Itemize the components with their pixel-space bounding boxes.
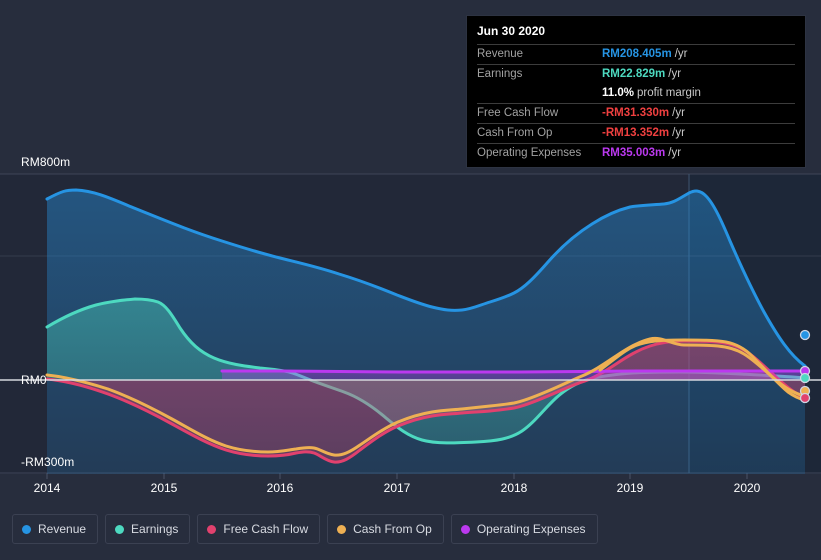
legend-dot-revenue-icon [22,524,31,534]
legend-item-cash-from-op[interactable]: Cash From Op [327,514,444,544]
tooltip-key-earnings: Earnings [477,68,523,80]
tooltip-row-operating-expenses: Operating Expenses RM35.003m /yr [477,143,795,163]
x-axis-label-2018: 2018 [500,481,528,495]
tooltip-unit-earnings: /yr [668,68,682,80]
legend-label-operating-expenses: Operating Expenses [476,522,586,536]
tooltip-unit-cash-from-op: /yr [672,127,685,139]
y-axis-label-bottom: -RM300m [21,455,75,469]
x-axis-label-2015: 2015 [150,481,178,495]
legend-label-cash-from-op: Cash From Op [353,522,432,536]
legend-item-operating-expenses[interactable]: Operating Expenses [450,514,598,544]
tooltip-date: Jun 30 2020 [477,24,546,38]
legend-label-earnings: Earnings [131,522,179,536]
tooltip-unit-revenue: /yr [674,48,688,60]
x-axis-label-2020: 2020 [733,481,761,495]
endpoint-free-cash-flow [799,392,811,404]
y-axis-label-zero: RM0 [21,373,47,387]
tooltip-row-earnings: Earnings RM22.829m /yr [477,64,795,84]
legend-dot-free-cash-flow-icon [207,524,217,534]
chart-legend: Revenue Earnings Free Cash Flow Cash Fro… [12,514,598,544]
tooltip-key-revenue: Revenue [477,48,524,60]
tooltip-key-cash-from-op: Cash From Op [477,127,553,139]
endpoint-revenue [799,329,811,341]
tooltip-value-free-cash-flow: -RM31.330m [602,107,670,119]
tooltip-unit-operating-expenses: /yr [668,147,682,159]
tooltip-value-revenue: RM208.405m [602,48,672,60]
legend-dot-operating-expenses-icon [460,524,470,534]
y-axis-label-top: RM800m [21,155,71,169]
tooltip-key-operating-expenses: Operating Expenses [477,147,582,159]
tooltip-value-earnings: RM22.829m [602,68,666,80]
endpoint-earnings [799,372,811,384]
legend-label-revenue: Revenue [38,522,87,536]
chart-tooltip: Jun 30 2020 Revenue RM208.405m /yr Earni… [466,15,806,168]
legend-item-free-cash-flow[interactable]: Free Cash Flow [197,514,321,544]
tooltip-value-operating-expenses: RM35.003m [602,147,666,159]
legend-label-free-cash-flow: Free Cash Flow [223,522,309,536]
x-axis-label-2014: 2014 [33,481,61,495]
tooltip-unit-profit-margin: profit margin [636,87,701,99]
tooltip-row-revenue: Revenue RM208.405m /yr [477,44,795,64]
tooltip-row-free-cash-flow: Free Cash Flow -RM31.330m /yr [477,103,795,123]
legend-dot-earnings-icon [115,524,125,534]
legend-dot-cash-from-op-icon [337,524,347,534]
tooltip-key-free-cash-flow: Free Cash Flow [477,107,559,119]
tooltip-value-cash-from-op: -RM13.352m [602,127,670,139]
tooltip-unit-free-cash-flow: /yr [672,107,685,119]
tooltip-row-cash-from-op: Cash From Op -RM13.352m /yr [477,123,795,143]
tooltip-value-profit-margin: 11.0% [602,87,634,99]
chart-page: RM800m RM0 -RM300m 2014 2015 2016 2017 2… [0,0,821,560]
series-line-operating-expenses [220,369,807,374]
x-axis-label-2016: 2016 [266,481,294,495]
x-axis-label-2017: 2017 [383,481,411,495]
x-axis-label-2019: 2019 [616,481,644,495]
tooltip-row-profit-margin: 11.0% profit margin [477,84,795,103]
legend-item-revenue[interactable]: Revenue [12,514,99,544]
legend-item-earnings[interactable]: Earnings [105,514,191,544]
